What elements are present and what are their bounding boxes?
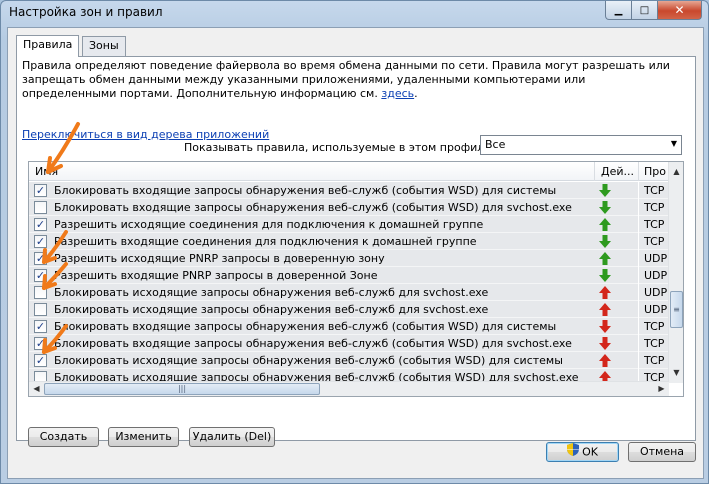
column-header-name[interactable]: Имя	[35, 165, 58, 178]
block-outbound-arrow-icon	[598, 302, 612, 317]
scroll-left-icon[interactable]: ◀	[29, 381, 44, 396]
rule-name: Блокировать входящие запросы обнаружения…	[54, 320, 557, 333]
rule-checkbox[interactable]: ✓	[34, 184, 47, 197]
rule-protocol: TCP	[644, 218, 665, 231]
rule-name: Блокировать входящие запросы обнаружения…	[54, 201, 572, 214]
rule-name: Блокировать исходящие запросы обнаружени…	[54, 286, 489, 299]
grid-rows: ✓ Блокировать входящие запросы обнаружени…	[29, 182, 669, 382]
shield-icon	[567, 443, 580, 462]
rules-grid: Имя Дей... Про ✓ Блокировать входящие зап…	[28, 161, 684, 397]
rule-checkbox[interactable]	[34, 286, 47, 299]
allow-inbound-arrow-icon	[598, 200, 612, 215]
table-row[interactable]: ✓ Блокировать исходящие запросы обнаружен…	[29, 352, 669, 369]
vertical-scroll-thumb[interactable]: ≡	[670, 291, 683, 328]
rule-checkbox[interactable]: ✓	[34, 218, 47, 231]
allow-outbound-arrow-icon	[598, 251, 612, 266]
scroll-up-icon[interactable]: ▲	[669, 164, 683, 180]
minimize-icon: ▁	[614, 4, 623, 16]
dialog-client: Правила Зоны Правила определяют поведени…	[7, 27, 704, 479]
description-text: Правила определяют поведение файервола в…	[22, 59, 670, 100]
table-row[interactable]: Блокировать исходящие запросы обнаружени…	[29, 284, 669, 301]
rule-name: Разрешить исходящие PNRP запросы в довер…	[54, 252, 385, 265]
ok-label: OK	[582, 445, 598, 459]
delete-button[interactable]: Удалить (Del)	[189, 427, 275, 447]
cancel-button[interactable]: Отмена	[628, 442, 696, 462]
allow-inbound-arrow-icon	[598, 234, 612, 249]
horizontal-scroll-thumb[interactable]: |||	[44, 383, 320, 395]
rules-panel: Правила определяют поведение файервола в…	[16, 56, 696, 447]
rule-protocol: TCP	[644, 235, 665, 248]
maximize-button[interactable]: □	[632, 1, 658, 20]
rule-protocol: UDP	[644, 252, 668, 265]
column-header-action[interactable]: Дей...	[601, 165, 634, 178]
block-outbound-arrow-icon	[598, 285, 612, 300]
rule-protocol: UDP	[644, 286, 668, 299]
rule-protocol: TCP	[644, 184, 665, 197]
help-link[interactable]: здесь	[381, 87, 414, 100]
grid-header: Имя Дей... Про	[29, 162, 669, 181]
rule-name: Блокировать исходящие запросы обнаружени…	[54, 303, 489, 316]
switch-view-link[interactable]: Переключиться в вид дерева приложений	[22, 128, 269, 141]
scroll-right-icon[interactable]: ▶	[654, 381, 669, 396]
allow-outbound-arrow-icon	[598, 217, 612, 232]
create-button[interactable]: Создать	[28, 427, 99, 447]
table-row[interactable]: ✓ Блокировать входящие запросы обнаружени…	[29, 182, 669, 199]
rule-checkbox[interactable]: ✓	[34, 235, 47, 248]
description-end: .	[414, 87, 418, 100]
allow-inbound-arrow-icon	[598, 268, 612, 283]
table-row[interactable]: ✓ Разрешить входящие PNRP запросы в довер…	[29, 267, 669, 284]
rule-checkbox[interactable]: ✓	[34, 252, 47, 265]
rule-name: Разрешить входящие соединения для подклю…	[54, 235, 477, 248]
tab-rules[interactable]: Правила	[16, 35, 80, 57]
rule-checkbox[interactable]: ✓	[34, 354, 47, 367]
rule-name: Блокировать входящие запросы обнаружения…	[54, 184, 557, 197]
rule-checkbox[interactable]: ✓	[34, 320, 47, 333]
table-row[interactable]: Блокировать входящие запросы обнаружения…	[29, 199, 669, 216]
column-header-protocol[interactable]: Про	[644, 165, 666, 178]
table-row[interactable]: ✓ Разрешить исходящие соединения для подк…	[29, 216, 669, 233]
block-inbound-arrow-icon	[598, 336, 612, 351]
rule-protocol: TCP	[644, 354, 665, 367]
caption-buttons: ▁ □ ✕	[605, 1, 702, 20]
close-icon: ✕	[674, 3, 685, 17]
tab-zones[interactable]: Зоны	[82, 36, 126, 56]
rule-protocol: TCP	[644, 337, 665, 350]
rule-protocol: UDP	[644, 303, 668, 316]
rule-checkbox[interactable]: ✓	[34, 337, 47, 350]
rule-protocol: TCP	[644, 201, 665, 214]
description: Правила определяют поведение файервола в…	[22, 59, 682, 101]
scroll-down-icon[interactable]: ▼	[669, 365, 683, 381]
rule-name: Разрешить исходящие соединения для подкл…	[54, 218, 484, 231]
rule-checkbox[interactable]	[34, 303, 47, 316]
dialog-window: Настройка зон и правил ▁ □ ✕ Правила Зон…	[0, 0, 709, 484]
block-inbound-arrow-icon	[598, 319, 612, 334]
allow-inbound-arrow-icon	[598, 183, 612, 198]
chevron-down-icon: ▼	[670, 139, 677, 148]
table-row[interactable]: ✓ Разрешить исходящие PNRP запросы в дове…	[29, 250, 669, 267]
window-title: Настройка зон и правил	[9, 5, 163, 19]
block-outbound-arrow-icon	[598, 353, 612, 368]
rule-checkbox[interactable]	[34, 201, 47, 214]
vertical-scrollbar[interactable]: ▲ ≡ ▼	[668, 162, 683, 383]
maximize-icon: □	[639, 4, 650, 16]
table-row[interactable]: ✓ Блокировать входящие запросы обнаружени…	[29, 335, 669, 352]
profile-label: Показывать правила, используемые в этом …	[184, 141, 495, 154]
minimize-button[interactable]: ▁	[605, 1, 632, 20]
table-row[interactable]: Блокировать исходящие запросы обнаружени…	[29, 301, 669, 318]
horizontal-scrollbar[interactable]: ◀ ||| ▶	[29, 381, 669, 396]
edit-button[interactable]: Изменить	[108, 427, 179, 447]
ok-button[interactable]: OK	[546, 442, 619, 462]
table-row[interactable]: ✓ Блокировать входящие запросы обнаружени…	[29, 318, 669, 335]
rule-checkbox[interactable]: ✓	[34, 269, 47, 282]
rule-protocol: TCP	[644, 320, 665, 333]
profile-select[interactable]: Все ▼	[480, 135, 682, 155]
table-row[interactable]: ✓ Разрешить входящие соединения для подкл…	[29, 233, 669, 250]
rule-name: Блокировать входящие запросы обнаружения…	[54, 337, 572, 350]
close-button[interactable]: ✕	[658, 1, 702, 20]
profile-select-value: Все	[485, 138, 506, 151]
rule-name: Блокировать исходящие запросы обнаружени…	[54, 354, 563, 367]
rule-protocol: UDP	[644, 269, 668, 282]
rule-name: Разрешить входящие PNRP запросы в довере…	[54, 269, 378, 282]
